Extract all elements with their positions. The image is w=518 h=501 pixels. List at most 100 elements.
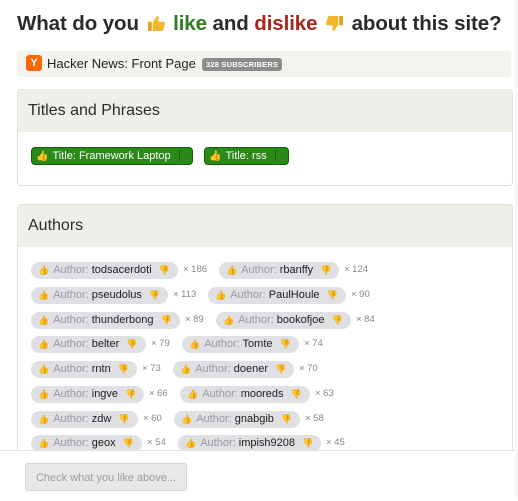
- footer-bar: Check what you like above...: [0, 450, 518, 501]
- author-name: Tomte: [242, 338, 273, 350]
- author-count: × 124: [344, 264, 369, 275]
- thumbs-down-icon[interactable]: 👎: [275, 364, 286, 374]
- feed-bar: Y Hacker News: Front Page 328 SUBSCRIBER…: [17, 51, 511, 77]
- author-chip[interactable]: 👍 Author: bookofjoe 👎: [216, 312, 351, 329]
- author-chip[interactable]: 👍 Author: doener 👎: [173, 361, 295, 378]
- author-prefix: Author:: [53, 289, 92, 301]
- author-row: 👍 Author: ingve 👎 × 66 👍 Author: mooreds 👎 × 63: [31, 386, 501, 403]
- heading-after: about this site?: [351, 12, 502, 35]
- thumbs-up-icon[interactable]: 👍: [38, 389, 49, 399]
- author-prefix: Author:: [204, 338, 243, 350]
- author-count: × 113: [173, 289, 197, 300]
- author-count: × 84: [356, 314, 375, 325]
- thumbs-down-icon[interactable]: 👎: [161, 315, 172, 325]
- thumbs-down-icon[interactable]: 👎: [320, 265, 331, 275]
- author-count: × 66: [149, 388, 168, 399]
- thumbs-up-icon[interactable]: 👍: [180, 364, 191, 374]
- check-likes-button[interactable]: Check what you like above...: [25, 463, 187, 491]
- author-chip[interactable]: 👍 Author: rntn 👎: [31, 361, 137, 378]
- author-name: gnabgib: [234, 413, 274, 425]
- author-prefix: Author:: [53, 363, 92, 375]
- thumbs-down-icon: [326, 15, 344, 31]
- hacker-news-logo: Y: [26, 55, 42, 71]
- author-chip[interactable]: 👍 Author: rbanffy 👎: [219, 262, 340, 279]
- thumbs-up-icon[interactable]: 👍: [189, 339, 200, 349]
- subscriber-badge: 328 SUBSCRIBERS: [202, 58, 283, 71]
- author-row: 👍 Author: belter 👎 × 79 👍 Author: Tomte 👎 × 74: [31, 336, 501, 353]
- thumbs-up-icon[interactable]: 👍: [38, 290, 49, 300]
- author-prefix: Author:: [53, 437, 92, 449]
- titles-panel-heading: Titles and Phrases: [18, 90, 512, 132]
- title-chip[interactable]: 👍 Title: rss: [204, 147, 289, 165]
- author-name: thunderbong: [91, 314, 154, 326]
- titles-panel: Titles and Phrases 👍 Title: Framework Lap…: [17, 89, 513, 186]
- thumbs-up-icon[interactable]: 👍: [38, 265, 49, 275]
- thumbs-up-icon[interactable]: 👍: [185, 438, 196, 448]
- author-count: × 74: [304, 338, 323, 349]
- thumbs-down-icon[interactable]: 👎: [125, 389, 136, 399]
- thumbs-up-icon[interactable]: 👍: [38, 339, 49, 349]
- thumbs-down-icon[interactable]: 👎: [126, 339, 137, 349]
- author-count: × 90: [351, 289, 370, 300]
- title-chip[interactable]: 👍 Title: Framework Laptop: [31, 147, 193, 165]
- author-count: × 186: [183, 264, 208, 275]
- author-name: todsacerdoti: [91, 264, 152, 276]
- thumbs-up-icon[interactable]: 👍: [226, 265, 237, 275]
- thumbs-up-icon[interactable]: 👍: [187, 389, 198, 399]
- author-chip[interactable]: 👍 Author: zdw 👎: [31, 411, 138, 428]
- author-prefix: Author:: [196, 413, 235, 425]
- author-prefix: Author:: [238, 314, 277, 326]
- author-chip[interactable]: 👍 Author: gnabgib 👎: [174, 411, 301, 428]
- authors-panel-heading: Authors: [18, 205, 512, 247]
- thumbs-up-icon: [147, 16, 165, 32]
- author-count: × 70: [299, 363, 318, 374]
- author-chip[interactable]: 👍 Author: thunderbong 👎: [31, 312, 180, 329]
- thumbs-down-icon[interactable]: 👎: [281, 414, 292, 424]
- author-prefix: Author:: [53, 413, 92, 425]
- author-chip[interactable]: 👍 Author: belter 👎: [31, 336, 146, 353]
- thumbs-up-icon[interactable]: 👍: [223, 315, 234, 325]
- thumbs-down-icon[interactable]: 👎: [302, 438, 313, 448]
- author-prefix: Author:: [53, 388, 92, 400]
- heading-dislike: dislike: [254, 12, 318, 35]
- thumbs-down-icon[interactable]: 👎: [280, 339, 291, 349]
- thumbs-up-icon[interactable]: 👍: [38, 414, 49, 424]
- thumbs-up-icon[interactable]: 👍: [38, 438, 49, 448]
- thumbs-down-icon[interactable]: 👎: [123, 438, 134, 448]
- author-row: 👍 Author: thunderbong 👎 × 89 👍 Author: bookof…: [31, 312, 501, 329]
- chip-divider: [178, 149, 180, 161]
- thumbs-down-icon[interactable]: 👎: [331, 315, 342, 325]
- thumbs-up-icon[interactable]: 👍: [181, 414, 192, 424]
- author-chip[interactable]: 👍 Author: mooreds 👎: [180, 386, 310, 403]
- thumbs-up-icon[interactable]: 👍: [38, 364, 49, 374]
- feed-name[interactable]: Hacker News: Front Page: [47, 56, 196, 71]
- author-count: × 60: [143, 413, 162, 424]
- heading-and: and: [212, 12, 249, 35]
- thumbs-down-icon[interactable]: 👎: [118, 414, 129, 424]
- heading-like: like: [173, 12, 207, 35]
- thumbs-down-icon[interactable]: 👎: [149, 290, 160, 300]
- thumbs-down-icon[interactable]: 👎: [291, 389, 302, 399]
- author-count: × 79: [151, 338, 170, 349]
- author-chip[interactable]: 👍 Author: pseudolus 👎: [31, 287, 169, 304]
- author-count: × 89: [185, 314, 204, 325]
- author-chip[interactable]: 👍 Author: PaulHoule 👎: [208, 287, 346, 304]
- author-prefix: Author:: [53, 338, 92, 350]
- author-name: PaulHoule: [268, 289, 320, 301]
- thumbs-up-icon[interactable]: 👍: [215, 290, 226, 300]
- author-prefix: Author:: [53, 264, 92, 276]
- author-chip[interactable]: 👍 Author: ingve 👎: [31, 386, 145, 403]
- author-row: 👍 Author: pseudolus 👎 × 113 👍 Author: PaulHou…: [31, 287, 501, 304]
- author-row: 👍 Author: zdw 👎 × 60 👍 Author: gnabgib 👎 × 58: [31, 411, 501, 428]
- author-name: geox: [91, 437, 116, 449]
- author-chip[interactable]: 👍 Author: Tomte 👎: [182, 336, 299, 353]
- thumbs-up-icon: 👍: [209, 151, 222, 162]
- thumbs-down-icon[interactable]: 👎: [159, 265, 170, 275]
- author-chip[interactable]: 👍 Author: todsacerdoti 👎: [31, 262, 178, 279]
- thumbs-down-icon[interactable]: 👎: [118, 364, 129, 374]
- thumbs-down-icon[interactable]: 👎: [327, 290, 338, 300]
- title-chip-label: Title: Framework Laptop: [52, 150, 171, 162]
- author-row: 👍 Author: rntn 👎 × 73 👍 Author: doener 👎 × 70: [31, 361, 501, 378]
- thumbs-up-icon[interactable]: 👍: [38, 315, 49, 325]
- author-prefix: Author:: [230, 289, 269, 301]
